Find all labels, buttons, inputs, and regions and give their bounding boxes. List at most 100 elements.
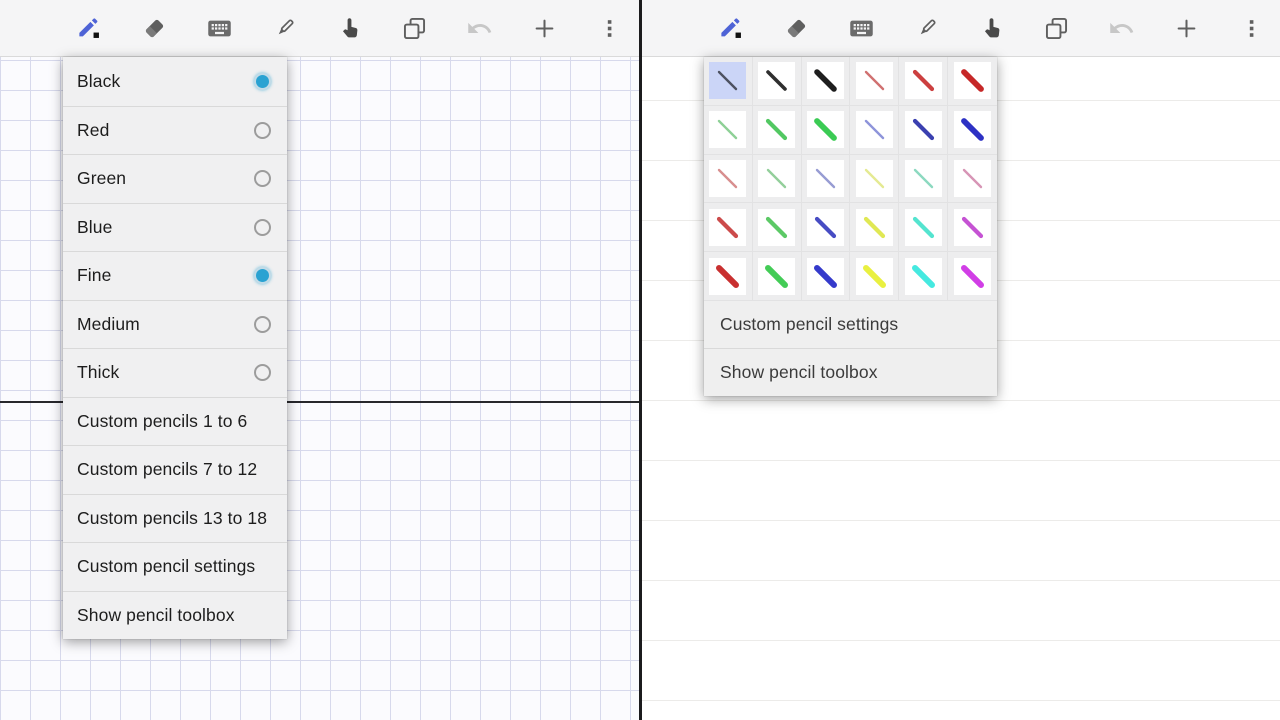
pages-tool-button[interactable]: [1036, 8, 1076, 48]
pencil-swatch-custom-pencil-18[interactable]: [948, 252, 997, 301]
menu-item-label: Red: [77, 120, 254, 141]
swatch-stroke-preview: [856, 209, 893, 246]
menu-item-custom-pencils-13-to-18[interactable]: Custom pencils 13 to 18: [63, 494, 287, 543]
overflow-menu-button[interactable]: [1231, 8, 1271, 48]
pencil-swatch-custom-pencil-4[interactable]: [850, 155, 899, 204]
menu-item-label: Green: [77, 168, 254, 189]
keyboard-tool-button[interactable]: [199, 8, 239, 48]
menu-item-medium[interactable]: Medium: [63, 300, 287, 349]
pencil-swatch-black-fine[interactable]: [704, 57, 753, 106]
undo-button[interactable]: [1101, 8, 1141, 48]
hand-pan-tool-button[interactable]: [971, 8, 1011, 48]
swatch-stroke-preview: [807, 258, 844, 295]
swatch-stroke-preview: [905, 111, 942, 148]
pencil-tool-button[interactable]: [69, 8, 109, 48]
menu-item-label: Custom pencils 7 to 12: [77, 459, 271, 480]
pencil-swatch-custom-pencil-16[interactable]: [850, 252, 899, 301]
swatch-stroke-preview: [758, 111, 795, 148]
overflow-menu-icon: [596, 15, 623, 42]
pencil-swatch-custom-pencil-9[interactable]: [802, 203, 851, 252]
pen-tool-button[interactable]: [906, 8, 946, 48]
pen-tool-button[interactable]: [264, 8, 304, 48]
pencil-swatch-red-medium[interactable]: [899, 57, 948, 106]
popup-item-show-pencil-toolbox[interactable]: Show pencil toolbox: [704, 348, 997, 396]
menu-item-thick[interactable]: Thick: [63, 348, 287, 397]
pencil-swatch-custom-pencil-6[interactable]: [948, 155, 997, 204]
menu-item-show-pencil-toolbox[interactable]: Show pencil toolbox: [63, 591, 287, 640]
pencil-swatch-custom-pencil-5[interactable]: [899, 155, 948, 204]
pages-tool-icon: [1043, 15, 1070, 42]
swatch-stroke-preview: [709, 209, 746, 246]
pencil-swatch-custom-pencil-15[interactable]: [802, 252, 851, 301]
pages-tool-button[interactable]: [394, 8, 434, 48]
swatch-stroke-preview: [758, 258, 795, 295]
pencil-swatch-custom-pencil-10[interactable]: [850, 203, 899, 252]
pencil-swatch-green-fine[interactable]: [704, 106, 753, 155]
swatch-stroke-preview: [709, 160, 746, 197]
menu-item-fine[interactable]: Fine: [63, 251, 287, 300]
pencil-swatch-blue-thick[interactable]: [948, 106, 997, 155]
popup-item-label: Custom pencil settings: [720, 314, 981, 335]
eraser-tool-button[interactable]: [134, 8, 174, 48]
pencil-swatch-blue-fine[interactable]: [850, 106, 899, 155]
hand-pan-tool-button[interactable]: [329, 8, 369, 48]
menu-item-label: Show pencil toolbox: [77, 605, 271, 626]
eraser-tool-button[interactable]: [776, 8, 816, 48]
radio-medium: [254, 316, 271, 333]
pencil-swatch-blue-medium[interactable]: [899, 106, 948, 155]
menu-item-black[interactable]: Black: [63, 57, 287, 106]
pencil-swatch-custom-pencil-14[interactable]: [753, 252, 802, 301]
swatch-stroke-preview: [807, 209, 844, 246]
pencil-swatch-custom-pencil-17[interactable]: [899, 252, 948, 301]
keyboard-tool-button[interactable]: [841, 8, 881, 48]
menu-item-label: Custom pencils 1 to 6: [77, 411, 271, 432]
pencil-swatch-red-thick[interactable]: [948, 57, 997, 106]
menu-item-green[interactable]: Green: [63, 154, 287, 203]
overflow-menu-button[interactable]: [589, 8, 629, 48]
pencil-swatch-custom-pencil-3[interactable]: [802, 155, 851, 204]
pencil-swatch-green-medium[interactable]: [753, 106, 802, 155]
pencil-swatch-black-thick[interactable]: [802, 57, 851, 106]
pencil-swatch-custom-pencil-12[interactable]: [948, 203, 997, 252]
menu-item-label: Thick: [77, 362, 254, 383]
pencil-swatch-custom-pencil-2[interactable]: [753, 155, 802, 204]
pages-tool-icon: [401, 15, 428, 42]
pencil-swatch-custom-pencil-11[interactable]: [899, 203, 948, 252]
pencil-swatch-custom-pencil-1[interactable]: [704, 155, 753, 204]
undo-button[interactable]: [459, 8, 499, 48]
pencil-swatch-green-thick[interactable]: [802, 106, 851, 155]
menu-item-red[interactable]: Red: [63, 106, 287, 155]
pencil-swatch-red-fine[interactable]: [850, 57, 899, 106]
menu-item-custom-pencils-7-to-12[interactable]: Custom pencils 7 to 12: [63, 445, 287, 494]
add-page-button[interactable]: [1166, 8, 1206, 48]
undo-icon: [466, 15, 493, 42]
pencil-swatch-custom-pencil-13[interactable]: [704, 252, 753, 301]
radio-selected-black: [254, 73, 271, 90]
pencil-swatch-custom-pencil-7[interactable]: [704, 203, 753, 252]
menu-item-label: Custom pencils 13 to 18: [77, 508, 271, 529]
swatch-stroke-preview: [709, 111, 746, 148]
swatch-stroke-preview: [856, 258, 893, 295]
swatch-stroke-preview: [709, 258, 746, 295]
popup-item-label: Show pencil toolbox: [720, 362, 981, 383]
pencil-tool-button[interactable]: [711, 8, 751, 48]
swatch-stroke-preview: [758, 160, 795, 197]
pencil-popup-actions: Custom pencil settings Show pencil toolbo…: [704, 301, 997, 396]
pencil-swatch-custom-pencil-8[interactable]: [753, 203, 802, 252]
menu-item-custom-pencil-settings[interactable]: Custom pencil settings: [63, 542, 287, 591]
pencil-swatch-black-medium[interactable]: [753, 57, 802, 106]
menu-item-blue[interactable]: Blue: [63, 203, 287, 252]
swatch-stroke-preview: [807, 62, 844, 99]
radio-selected-fine: [254, 267, 271, 284]
add-page-button[interactable]: [524, 8, 564, 48]
left-note-pane: Black Red Green BlueFine Medium Thick Custom p…: [0, 0, 639, 720]
swatch-stroke-preview: [856, 62, 893, 99]
menu-item-label: Medium: [77, 314, 254, 335]
hand-pan-tool-icon: [336, 15, 363, 42]
swatch-stroke-preview: [709, 62, 746, 99]
pen-tool-icon: [271, 15, 298, 42]
radio-red: [254, 122, 271, 139]
popup-item-custom-pencil-settings[interactable]: Custom pencil settings: [704, 301, 997, 349]
menu-item-custom-pencils-1-to-6[interactable]: Custom pencils 1 to 6: [63, 397, 287, 446]
pencil-tool-icon: [76, 15, 103, 42]
